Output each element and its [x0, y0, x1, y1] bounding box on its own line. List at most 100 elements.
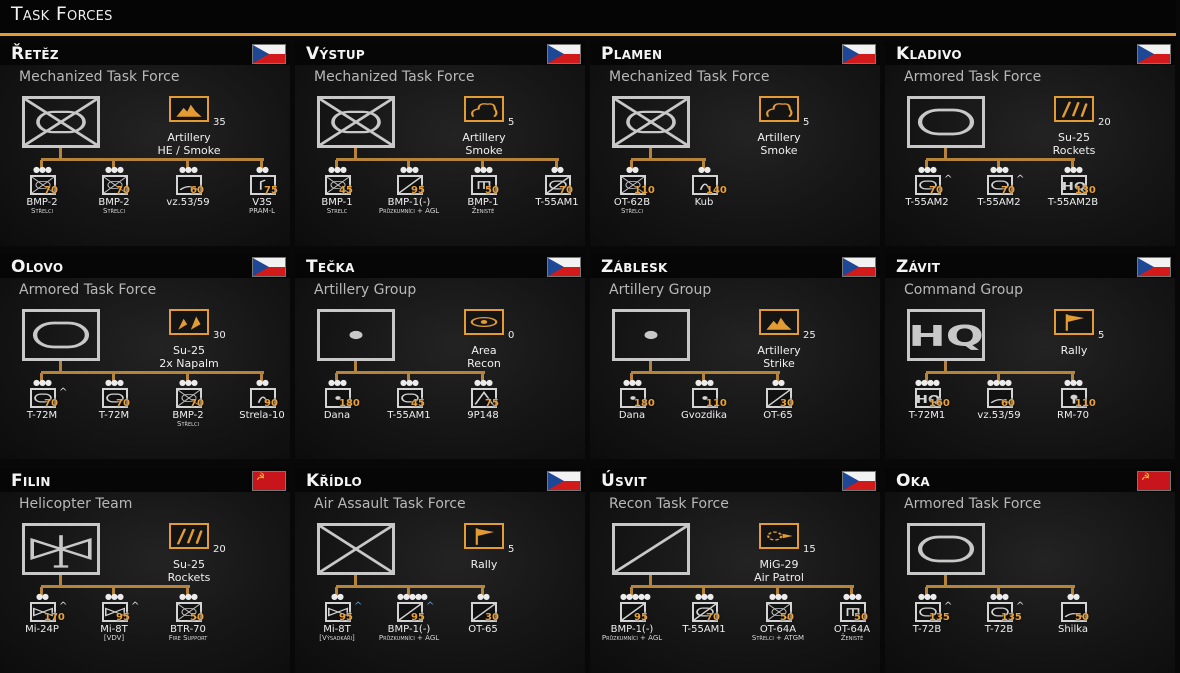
unit-size-dots: ●●	[1067, 592, 1080, 601]
unit-slot[interactable]: ●●● 70 ^ T-55AM2	[963, 160, 1035, 246]
task-force-card[interactable]: Oka ☭ Armored Task Force ●●● 135 ^ T-72B…	[885, 468, 1175, 673]
smoke-icon	[766, 103, 793, 118]
unit-list: ●●● 70 ^ T-55AM2 ●●● 70 ^ T-55AM2 ●●● HQ…	[885, 160, 1175, 246]
unit-slot[interactable]: ●● 110 OT-62B Střelci	[596, 160, 668, 246]
unit-slot[interactable]: ●●● 45 T-55AM1	[373, 373, 445, 459]
ability-cost: 20	[213, 544, 226, 555]
unit-slot[interactable]: ●●● 135 ^ T-72B	[891, 587, 963, 673]
czechoslovak-flag-icon	[547, 44, 581, 64]
unit-slot[interactable]: ●●● 135 ^ T-72B	[963, 587, 1035, 673]
ability-button[interactable]	[464, 96, 504, 122]
tree-trunk	[354, 575, 357, 585]
task-force-card[interactable]: Řetěz Mechanized Task Force 35 Artillery H…	[0, 41, 290, 246]
unit-strength: 110	[634, 185, 655, 196]
unit-slot[interactable]: ●●● 110 Gvozdika	[668, 373, 740, 459]
task-force-name: Řetěz	[11, 44, 59, 64]
unit-size-dots: ●●●	[33, 378, 52, 387]
task-force-card[interactable]: Plamen Mechanized Task Force 5 Artillery S…	[590, 41, 880, 246]
ability-button[interactable]	[169, 309, 209, 335]
unit-list: ●●● 180 Dana ●●● 110 Gvozdika ●● 30 OT-6…	[590, 373, 880, 459]
task-force-artillery-symbol-icon	[612, 309, 690, 361]
unit-slot[interactable]: ●●● 70 BMP-2 Střelci	[78, 160, 150, 246]
unit-slot[interactable]: ●●● 50 OT-64A Střelci + ATGM	[742, 587, 814, 673]
unit-slot[interactable]: ●● 30 OT-65	[742, 373, 814, 459]
ability-button[interactable]	[759, 309, 799, 335]
unit-slot[interactable]: ●● 70 T-55AM1	[521, 160, 585, 246]
unit-slot[interactable]: ●●●●● 95 BMP-1(-) Průzkumníci + AGL	[596, 587, 668, 673]
unit-strength: 95	[116, 612, 130, 623]
task-force-card[interactable]: Křídlo Air Assault Task Force 5 Rally ●● …	[295, 468, 585, 673]
task-force-type: Mechanized Task Force	[609, 69, 770, 85]
ability-name: Artillery	[757, 131, 801, 144]
unit-size-dots: ●●●	[400, 165, 419, 174]
unit-name: Kub	[694, 197, 714, 208]
task-force-card[interactable]: Záblesk Artillery Group 25 Artillery Strik…	[590, 254, 880, 459]
page-title: Task Forces	[11, 3, 113, 25]
ability-detail: Air Patrol	[754, 571, 804, 584]
ability-button[interactable]	[759, 523, 799, 549]
task-force-card[interactable]: Olovo Armored Task Force 30 Su-25 2x Napal…	[0, 254, 290, 459]
task-force-card[interactable]: Tečka Artillery Group 0 Area Recon ●●● 180…	[295, 254, 585, 459]
ability-detail: Smoke	[760, 144, 798, 157]
ability-cost: 20	[1098, 117, 1111, 128]
ability-name: Rally	[470, 558, 498, 571]
flag-icon	[475, 528, 495, 545]
unit-strength: 90	[264, 398, 278, 409]
task-force-armor-symbol-icon	[907, 523, 985, 575]
unit-slot[interactable]: ●●● 70 ^ T-72M	[6, 373, 78, 459]
unit-slot[interactable]: ●●● 70 T-55AM1	[668, 587, 740, 673]
unit-slot[interactable]: ●● 170 ^ Mi-24P	[6, 587, 78, 673]
unit-slot[interactable]: ●● 95 ^ Mi-8T [Výsadkáři]	[301, 587, 373, 673]
ability-button[interactable]	[464, 523, 504, 549]
task-force-infantry-symbol-icon	[317, 523, 395, 575]
soviet-flag-icon: ☭	[252, 471, 286, 491]
unit-slot[interactable]: ●●● 60 vz.53/59	[152, 160, 224, 246]
ability-detail: Strike	[763, 357, 795, 370]
ability-cost: 0	[508, 330, 515, 341]
unit-strength: 95	[411, 185, 425, 196]
task-force-card[interactable]: Kladivo Armored Task Force 20 Su-25 Rocket…	[885, 41, 1175, 246]
unit-slot[interactable]: ●●● 110 RM-70	[1037, 373, 1109, 459]
ability-button[interactable]	[1054, 96, 1094, 122]
task-force-card[interactable]: Závit Command Group HQ 5 Rally ●●●● HQ 16…	[885, 254, 1175, 459]
task-force-card[interactable]: Filin ☭ Helicopter Team 20 Su-25 Rockets ●…	[0, 468, 290, 673]
unit-slot[interactable]: ●●● 50 BTR-70 Fire Support	[152, 587, 224, 673]
unit-list: ●●●●● 95 BMP-1(-) Průzkumníci + AGL ●●● …	[590, 587, 880, 673]
unit-slot[interactable]: ●● 140 Kub	[668, 160, 740, 246]
unit-slot[interactable]: ●●● 180 Dana	[596, 373, 668, 459]
task-force-artillery-symbol-icon	[317, 309, 395, 361]
unit-slot[interactable]: ●●●● HQ 160 T-72M1	[891, 373, 963, 459]
unit-slot[interactable]: ●● 75 V3S PRAM-L	[226, 160, 290, 246]
unit-slot[interactable]: ●●● 50 BMP-1 Ženisté	[447, 160, 519, 246]
task-force-card[interactable]: Úsvit Recon Task Force 15 MiG-29 Air Patro…	[590, 468, 880, 673]
ability-button[interactable]	[1054, 309, 1094, 335]
unit-size-dots: ●●●	[179, 378, 198, 387]
unit-slot[interactable]: ●● 90 Strela-10	[226, 373, 290, 459]
unit-slot[interactable]: ●●● 180 Dana	[301, 373, 373, 459]
unit-slot[interactable]: ●●●●● 95 ^ BMP-1(-) Průzkumníci + AGL	[373, 587, 445, 673]
unit-slot[interactable]: ●●● HQ 130 T-55AM2B	[1037, 160, 1109, 246]
unit-slot[interactable]: ●●● 70 ^ T-55AM2	[891, 160, 963, 246]
unit-slot[interactable]: ●● 50 Shilka	[1037, 587, 1109, 673]
unit-slot[interactable]: ●● 30 OT-65	[447, 587, 519, 673]
unit-strength: 95	[339, 612, 353, 623]
unit-slot[interactable]: ●●● 45 BMP-1 Strelc	[301, 160, 373, 246]
unit-slot[interactable]: ●●● 50 OT-64A Ženisté	[816, 587, 880, 673]
ability-label: Artillery HE / Smoke	[140, 131, 238, 157]
tree-trunk	[649, 148, 652, 158]
ability-button[interactable]	[169, 96, 209, 122]
task-force-hq-symbol-icon: HQ	[907, 309, 985, 361]
unit-slot[interactable]: ●●●● 60 vz.53/59	[963, 373, 1035, 459]
ability-button[interactable]	[169, 523, 209, 549]
unit-slot[interactable]: ●●● 95 BMP-1(-) Průzkumníci + AGL	[373, 160, 445, 246]
unit-slot[interactable]: ●●● 70 BMP-2 Střelci	[6, 160, 78, 246]
task-force-name: Tečka	[306, 257, 355, 277]
ability-button[interactable]	[759, 96, 799, 122]
task-force-card[interactable]: Výstup Mechanized Task Force 5 Artillery S…	[295, 41, 585, 246]
unit-slot[interactable]: ●●● 70 T-72M	[78, 373, 150, 459]
unit-slot[interactable]: ●●● 75 9P148	[447, 373, 519, 459]
unit-name: T-55AM1	[535, 197, 579, 208]
unit-slot[interactable]: ●●● 95 ^ Mi-8T [VDV]	[78, 587, 150, 673]
unit-slot[interactable]: ●●● 70 BMP-2 Střelci	[152, 373, 224, 459]
ability-button[interactable]	[464, 309, 504, 335]
